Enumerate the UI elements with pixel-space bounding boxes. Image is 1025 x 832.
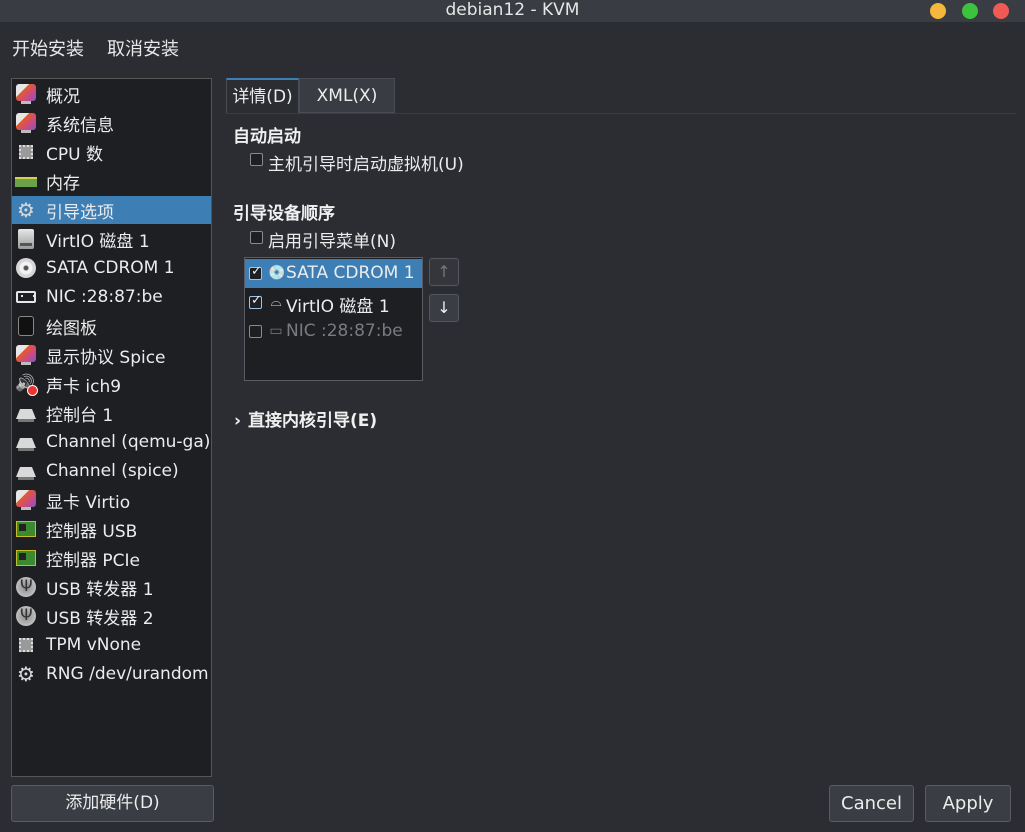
boot-device-list: ✓ 💿 SATA CDROM 1 ✓ ⌓ VirtIO 磁盘 1 ▭ NIC :… <box>244 257 423 381</box>
monitor-icon <box>15 489 37 511</box>
serial-icon <box>15 402 37 424</box>
hw-item-memory[interactable]: 内存 <box>12 167 211 195</box>
hw-item-sound[interactable]: 声卡 ich9 <box>12 370 211 398</box>
boot-device-row-cdrom[interactable]: ✓ 💿 SATA CDROM 1 <box>245 259 422 288</box>
apply-button[interactable]: Apply <box>925 785 1011 822</box>
serial-icon <box>15 460 37 482</box>
direct-kernel-boot-expander[interactable]: › 直接内核引导(E) <box>234 406 377 431</box>
hw-item-controller-usb[interactable]: 控制器 USB <box>12 515 211 543</box>
monitor-icon <box>15 344 37 366</box>
hw-item-video-virtio[interactable]: 显卡 Virtio <box>12 486 211 514</box>
close-button[interactable] <box>993 3 1009 19</box>
hw-item-usb-redir-2[interactable]: USB 转发器 2 <box>12 602 211 630</box>
hardware-list: 概况 系统信息 CPU 数 内存 ⚙ 引导选项 VirtIO 磁盘 1 SATA … <box>11 78 212 777</box>
hw-item-channel-spice[interactable]: Channel (spice) <box>12 457 211 485</box>
hw-item-tpm[interactable]: TPM vNone <box>12 631 211 659</box>
chevron-right-icon: › <box>234 411 242 431</box>
hw-item-sata-cdrom[interactable]: SATA CDROM 1 <box>12 254 211 282</box>
usb-icon <box>15 576 37 598</box>
begin-install-button[interactable]: 开始安装 <box>12 35 84 61</box>
toolbar: 开始安装 取消安装 <box>0 24 1025 68</box>
pci-card-icon <box>15 518 37 540</box>
monitor-icon <box>15 112 37 134</box>
disk-icon: ⌓ <box>270 294 282 310</box>
serial-icon <box>15 431 37 453</box>
nic-icon <box>15 286 37 308</box>
autostart-checkbox[interactable] <box>250 153 263 166</box>
hw-item-cpu[interactable]: CPU 数 <box>12 138 211 166</box>
autostart-checkbox-label[interactable]: 主机引导时启动虚拟机(U) <box>268 150 464 175</box>
window-title: debian12 - KVM <box>445 0 580 20</box>
sound-icon <box>15 373 38 396</box>
cdrom-icon <box>15 257 37 279</box>
usb-icon <box>15 605 37 627</box>
cpu-chip-icon <box>15 141 37 163</box>
cdrom-icon: 💿 <box>268 265 286 281</box>
monitor-icon <box>15 83 37 105</box>
hw-item-console[interactable]: 控制台 1 <box>12 399 211 427</box>
cancel-install-button[interactable]: 取消安装 <box>107 35 179 61</box>
hw-item-virtio-disk[interactable]: VirtIO 磁盘 1 <box>12 225 211 253</box>
cancel-button[interactable]: Cancel <box>829 785 914 822</box>
gear-icon: ⚙ <box>17 198 35 222</box>
tab-details[interactable]: 详情(D) <box>226 78 299 113</box>
tab-divider <box>226 113 1016 114</box>
enable-boot-menu-label[interactable]: 启用引导菜单(N) <box>268 227 396 252</box>
hw-item-nic[interactable]: NIC :28:87:be <box>12 283 211 311</box>
hw-item-tablet[interactable]: 绘图板 <box>12 312 211 340</box>
boot-device-checkbox[interactable]: ✓ <box>249 293 262 309</box>
maximize-button[interactable] <box>962 3 978 19</box>
enable-boot-menu-checkbox[interactable] <box>250 231 263 244</box>
hw-item-system-info[interactable]: 系统信息 <box>12 109 211 137</box>
boot-device-checkbox[interactable]: ✓ <box>249 264 262 280</box>
boot-device-row-nic[interactable]: ▭ NIC :28:87:be <box>245 317 422 346</box>
autostart-section-title: 自动启动 <box>233 127 301 147</box>
disk-icon <box>15 228 37 250</box>
gear-icon: ⚙ <box>17 662 35 686</box>
boot-order-section-title: 引导设备顺序 <box>233 204 335 224</box>
boot-device-checkbox[interactable] <box>249 325 262 338</box>
hw-item-usb-redir-1[interactable]: USB 转发器 1 <box>12 573 211 601</box>
hw-item-channel-qemu-ga[interactable]: Channel (qemu-ga) <box>12 428 211 456</box>
title-bar: debian12 - KVM <box>0 0 1025 22</box>
hw-item-overview[interactable]: 概况 <box>12 80 211 108</box>
cpu-chip-icon <box>15 634 37 656</box>
tab-xml[interactable]: XML(X) <box>299 78 395 113</box>
move-up-button[interactable]: ↑ <box>429 258 459 286</box>
hw-item-display-spice[interactable]: 显示协议 Spice <box>12 341 211 369</box>
move-down-button[interactable]: ↓ <box>429 294 459 322</box>
minimize-button[interactable] <box>930 3 946 19</box>
hw-item-rng[interactable]: ⚙ RNG /dev/urandom <box>12 660 211 688</box>
direct-kernel-boot-label: 直接内核引导(E) <box>248 411 378 431</box>
boot-device-row-virtio-disk[interactable]: ✓ ⌓ VirtIO 磁盘 1 <box>245 288 422 317</box>
pci-card-icon <box>15 547 37 569</box>
tablet-icon <box>15 315 37 337</box>
memory-icon <box>15 170 37 192</box>
nic-icon: ▭ <box>269 323 283 339</box>
hw-item-controller-pcie[interactable]: 控制器 PCIe <box>12 544 211 572</box>
add-hardware-button[interactable]: 添加硬件(D) <box>11 785 214 822</box>
hw-item-boot-options[interactable]: ⚙ 引导选项 <box>12 196 211 224</box>
